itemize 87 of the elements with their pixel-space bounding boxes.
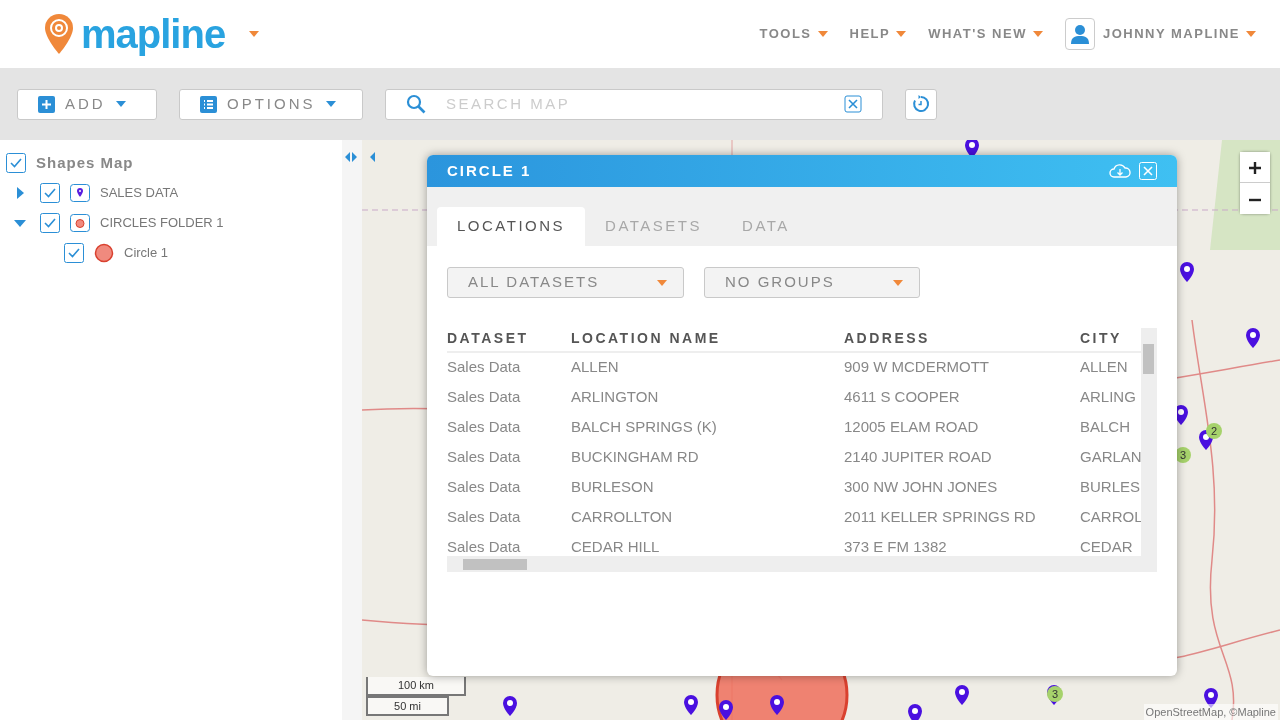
vertical-scrollbar[interactable] bbox=[1141, 328, 1157, 556]
circle-icon bbox=[94, 243, 114, 263]
options-button[interactable]: OPTIONS bbox=[179, 88, 363, 120]
caret-icon bbox=[325, 101, 336, 107]
plus-icon bbox=[38, 95, 55, 113]
checkbox[interactable] bbox=[40, 183, 60, 203]
checkbox[interactable] bbox=[40, 213, 60, 233]
table-cell: Sales Data bbox=[447, 382, 571, 412]
map-pin-icon bbox=[770, 695, 784, 715]
cloud-download-icon[interactable] bbox=[1109, 163, 1131, 179]
tab[interactable]: LOCATIONS bbox=[437, 207, 586, 246]
table-cell: ALLEN bbox=[571, 352, 844, 382]
map-pin-icon bbox=[955, 685, 969, 705]
caret-icon bbox=[1246, 31, 1256, 37]
dialog-title: CIRCLE 1 bbox=[447, 160, 532, 181]
map-pin-icon bbox=[908, 704, 922, 720]
search-icon bbox=[406, 94, 426, 114]
table-cell-text: 300 NW JOHN JONES bbox=[844, 476, 999, 497]
table-cell: BURLESON bbox=[571, 472, 844, 502]
checkbox[interactable] bbox=[6, 153, 26, 173]
table-cell-text: Sales Data bbox=[447, 416, 522, 437]
checkbox[interactable] bbox=[64, 243, 84, 263]
column-header[interactable]: DATASET bbox=[447, 326, 571, 352]
map-pin-icon bbox=[684, 695, 698, 715]
table-cell-text: BURLES bbox=[1080, 476, 1141, 497]
layer-label[interactable]: CIRCLES FOLDER 1 bbox=[100, 213, 224, 233]
caret-icon bbox=[115, 101, 126, 107]
caret-icon bbox=[1032, 31, 1043, 37]
table-cell-text: Sales Data bbox=[447, 446, 522, 467]
table-cell-text: 12005 ELAM ROAD bbox=[844, 416, 980, 437]
table-cell: Sales Data bbox=[447, 532, 571, 556]
table-cell: CARROLLTON bbox=[571, 502, 844, 532]
table-cell: ALLEN bbox=[1080, 352, 1141, 382]
circle-folder-icon bbox=[70, 214, 90, 232]
zoom-in-button[interactable] bbox=[1240, 152, 1270, 183]
list-icon bbox=[200, 95, 217, 113]
avatar-icon[interactable] bbox=[1064, 18, 1095, 50]
layer-label[interactable]: SALES DATA bbox=[100, 183, 179, 203]
menu-item[interactable]: WHAT'S NEW bbox=[928, 24, 1043, 44]
refresh-icon bbox=[912, 95, 930, 113]
logo-pin-icon bbox=[45, 14, 73, 54]
close-icon[interactable] bbox=[1139, 162, 1157, 180]
horizontal-scrollbar[interactable] bbox=[447, 556, 1157, 572]
clear-icon[interactable] bbox=[844, 95, 862, 113]
table-cell-text: CEDAR bbox=[1080, 536, 1134, 556]
map-pin-icon bbox=[1246, 328, 1260, 348]
table-cell: 2011 KELLER SPRINGS RD bbox=[844, 502, 1080, 532]
table-cell: 2140 JUPITER ROAD bbox=[844, 442, 1080, 472]
table-cell: ARLINGTON bbox=[571, 382, 844, 412]
map-pin-icon bbox=[1180, 262, 1194, 282]
table-cell: 4611 S COOPER bbox=[844, 382, 1080, 412]
layer-label[interactable]: Circle 1 bbox=[124, 243, 169, 263]
table-cell-text: BALCH bbox=[1080, 416, 1132, 437]
menu-item[interactable]: HELP bbox=[849, 24, 907, 44]
zoom-out-button[interactable] bbox=[1240, 183, 1270, 214]
caret-icon bbox=[817, 31, 828, 37]
attribution-text: OpenStreetMap, ©Mapline bbox=[1143, 703, 1278, 720]
column-header[interactable]: LOCATION NAME bbox=[571, 326, 844, 352]
table-cell-text: Sales Data bbox=[447, 476, 522, 497]
table-cell: Sales Data bbox=[447, 502, 571, 532]
table-cell: BUCKINGHAM RD bbox=[571, 442, 844, 472]
table-cell-text: BALCH SPRINGS (K) bbox=[571, 416, 718, 437]
column-header[interactable]: ADDRESS bbox=[844, 326, 1080, 352]
map-pin-icon bbox=[1204, 688, 1218, 708]
map-pin-icon bbox=[503, 696, 517, 716]
scale-bar: 50 mi bbox=[366, 695, 449, 716]
table-cell: Sales Data bbox=[447, 352, 571, 382]
table-cell: CEDAR HILL bbox=[571, 532, 844, 556]
add-button[interactable]: ADD bbox=[17, 88, 157, 120]
logo-text: mapline bbox=[81, 14, 226, 54]
caret-icon bbox=[896, 31, 907, 37]
map-pin-icon bbox=[719, 700, 733, 720]
table-cell-text: ARLING bbox=[1080, 386, 1137, 407]
table-cell-text: GARLAN bbox=[1080, 446, 1141, 467]
layer-label[interactable]: Shapes Map bbox=[36, 151, 134, 175]
menu-item[interactable]: TOOLS bbox=[759, 24, 828, 44]
table-cell: 909 W MCDERMOTT bbox=[844, 352, 1080, 382]
caret-icon[interactable] bbox=[249, 31, 260, 37]
scale-bar: 100 km bbox=[366, 677, 466, 696]
table-cell: 373 E FM 1382 bbox=[844, 532, 1080, 556]
dropdown[interactable]: NO GROUPS bbox=[704, 267, 920, 298]
user-menu[interactable]: JOHNNY MAPLINE bbox=[1102, 24, 1256, 44]
collapse-arrows-icon[interactable] bbox=[345, 150, 375, 164]
plus-icon[interactable] bbox=[1248, 161, 1262, 176]
dropdown[interactable]: ALL DATASETS bbox=[447, 267, 684, 298]
refresh-button[interactable] bbox=[905, 88, 937, 120]
pin-folder-icon bbox=[70, 184, 90, 202]
